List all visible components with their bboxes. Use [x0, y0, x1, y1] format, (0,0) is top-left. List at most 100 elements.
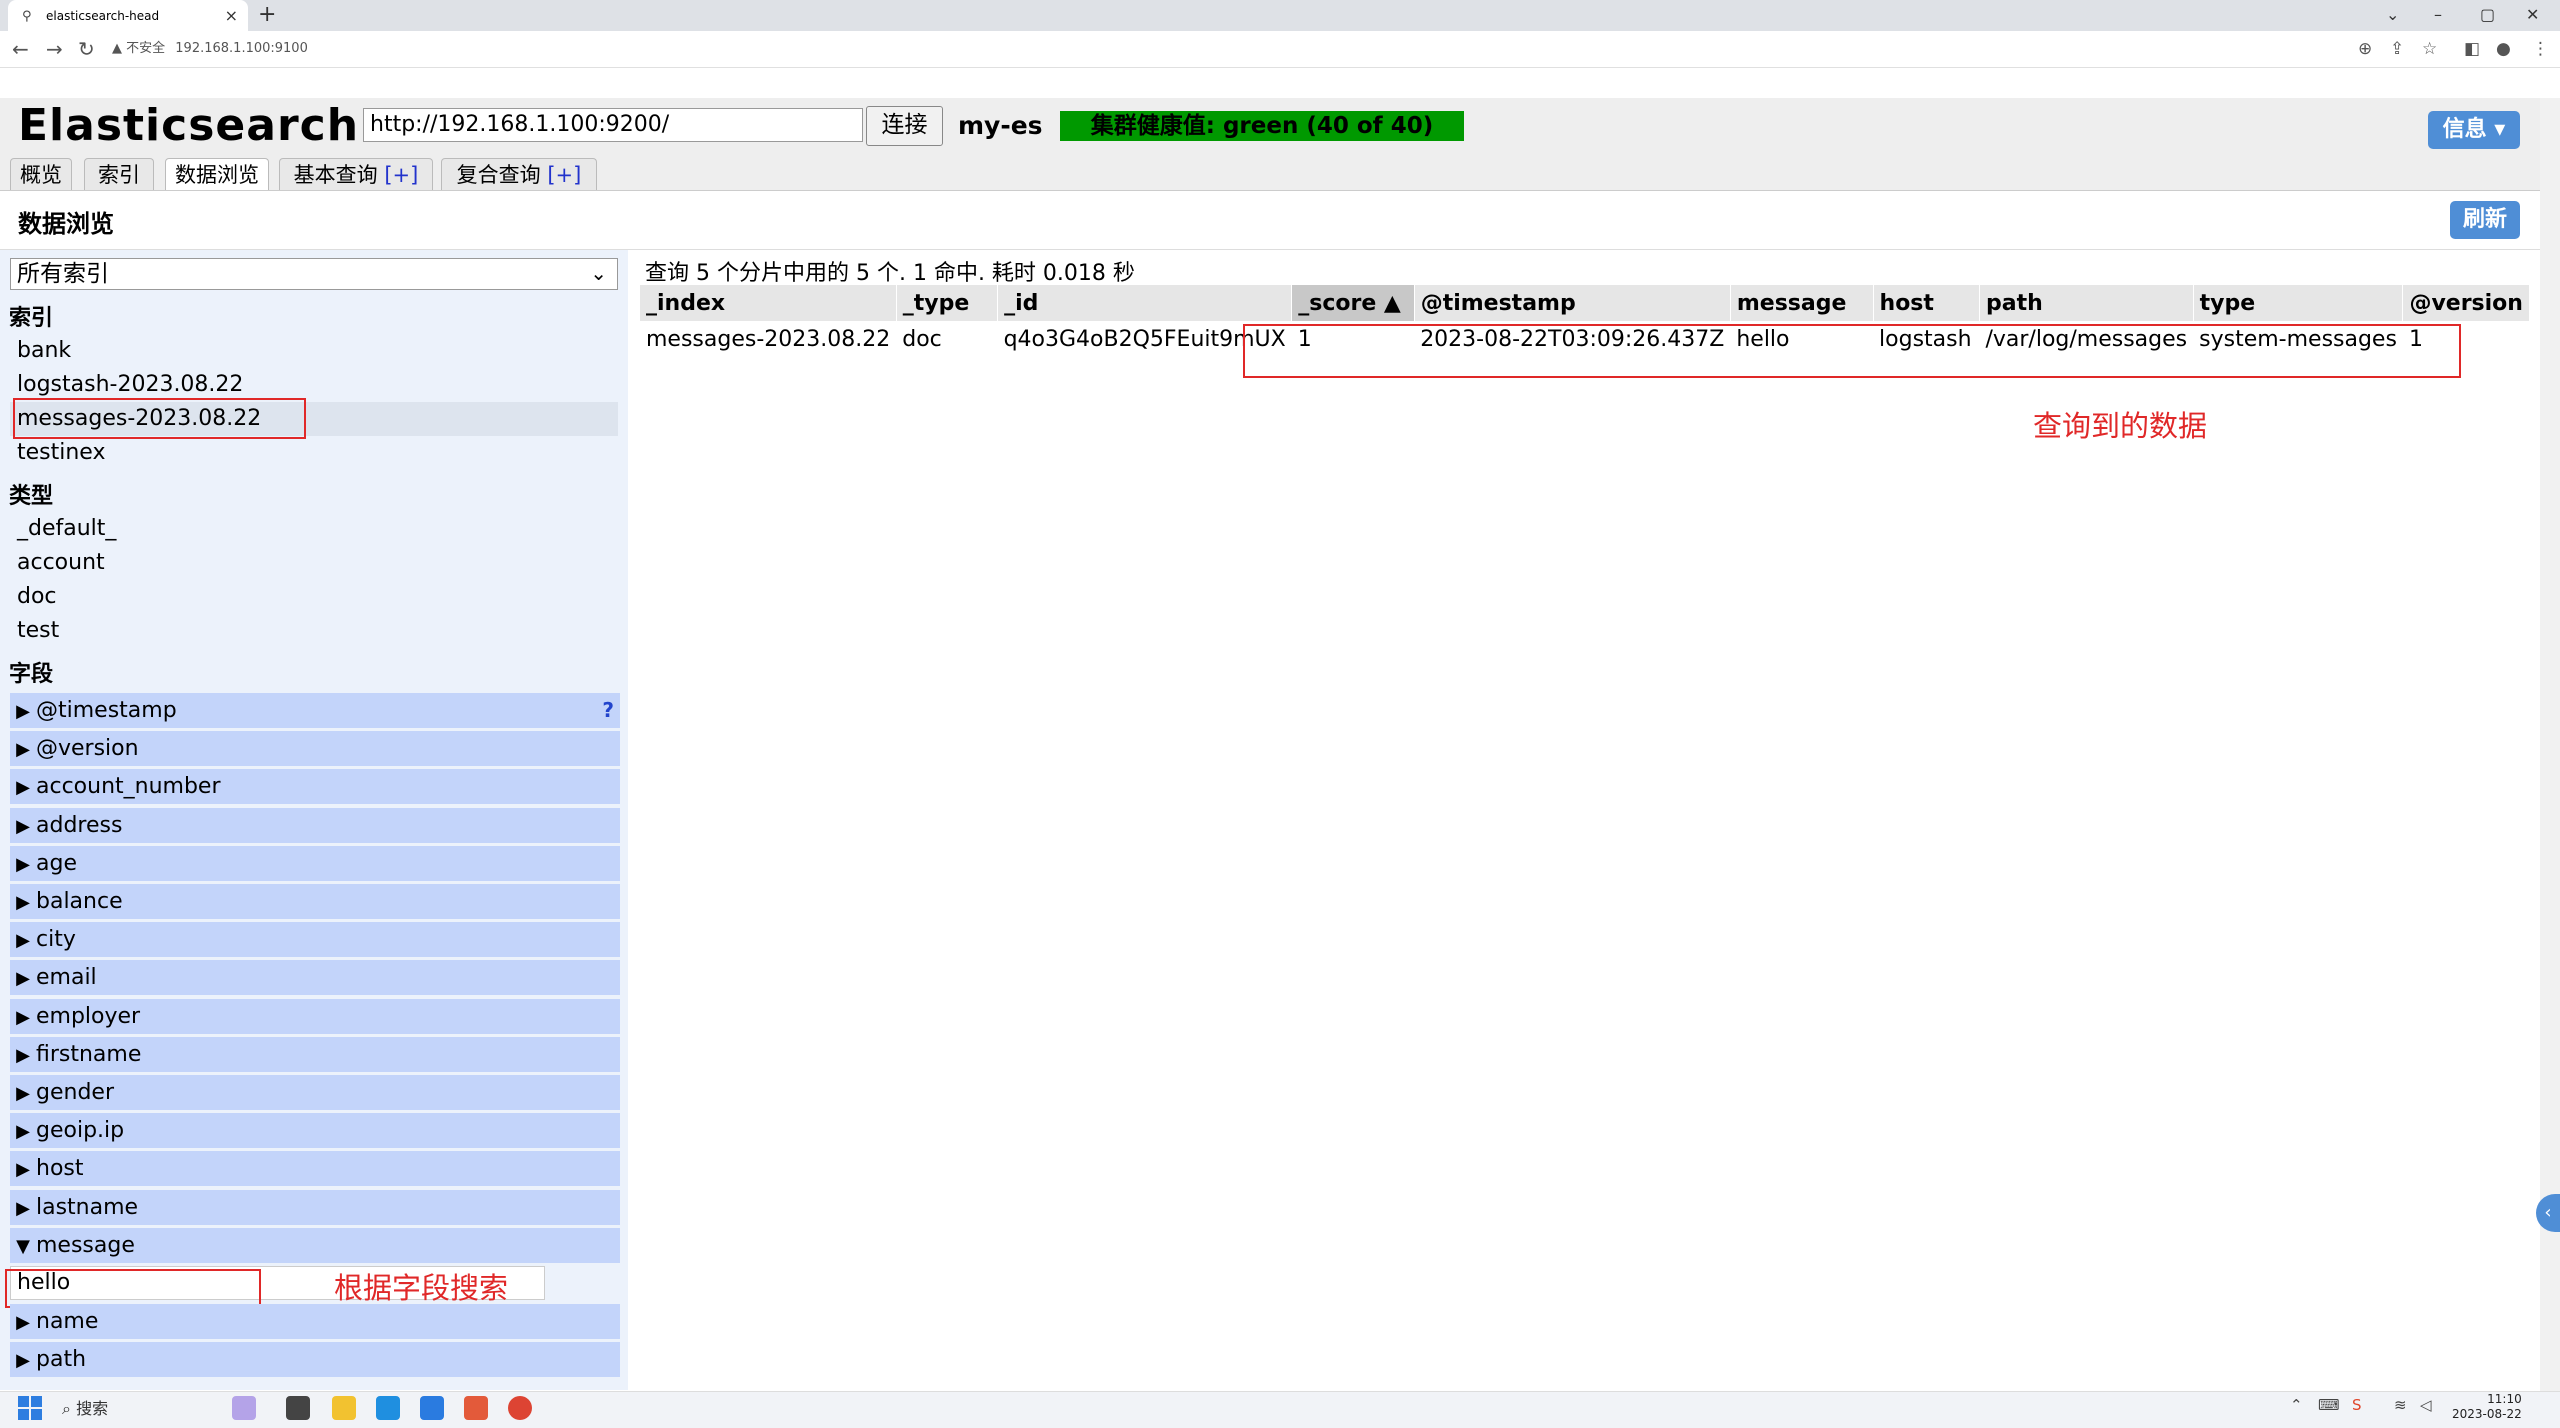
field-row[interactable]: ▶ age [10, 846, 620, 881]
column-header[interactable]: @timestamp [1414, 285, 1731, 321]
zoom-icon[interactable]: ⊕ [2358, 31, 2372, 67]
field-row[interactable]: ▶ address [10, 808, 620, 843]
profile-icon[interactable]: ● [2496, 31, 2511, 67]
es-url-input[interactable]: http://192.168.1.100:9200/ [363, 108, 863, 142]
chrome-browser-icon[interactable] [508, 1396, 532, 1420]
close-tab-icon[interactable]: × [225, 6, 238, 25]
field-row[interactable]: ▶ employer [10, 999, 620, 1034]
share-icon[interactable]: ⇪ [2390, 31, 2404, 67]
tray-app-icon[interactable]: S [2352, 1396, 2362, 1414]
field-name: email [36, 965, 97, 990]
field-row[interactable]: ▶ account_number [10, 769, 620, 804]
column-header[interactable]: message [1730, 285, 1874, 321]
browser-tab-title: elasticsearch-head [46, 8, 160, 23]
tray-chevron-icon[interactable]: ⌃ [2290, 1396, 2303, 1414]
field-row[interactable]: ▶ @timestamp? [10, 693, 620, 728]
column-header[interactable]: _id [997, 285, 1293, 321]
taskbar-clock[interactable]: 11:10 2023-08-22 [2452, 1392, 2522, 1422]
field-row[interactable]: ▶ host [10, 1151, 620, 1186]
maximize-icon[interactable]: ▢ [2480, 0, 2495, 31]
field-row[interactable]: ▶ email [10, 960, 620, 995]
help-icon[interactable]: ? [602, 693, 614, 728]
file-explorer-icon[interactable] [332, 1396, 356, 1420]
minimize-icon[interactable]: – [2434, 0, 2442, 31]
type-item[interactable]: test [17, 614, 59, 648]
field-name: message [36, 1233, 135, 1258]
column-header[interactable]: type [2193, 285, 2404, 321]
tab-basic-query[interactable]: 基本查询 [+] [279, 158, 433, 191]
messenger-app-icon[interactable] [376, 1396, 400, 1420]
expand-triangle-icon: ▶ [16, 816, 30, 837]
refresh-button[interactable]: 刷新 [2450, 201, 2520, 239]
sync-app-icon[interactable] [464, 1396, 488, 1420]
column-header[interactable]: @version [2402, 285, 2530, 321]
field-row-expanded[interactable]: ▼ message [10, 1228, 620, 1263]
field-row[interactable]: ▶ lastname [10, 1190, 620, 1225]
reload-icon[interactable]: ↻ [78, 31, 95, 67]
type-item[interactable]: doc [17, 580, 57, 614]
window-close-icon[interactable]: ✕ [2526, 0, 2539, 31]
field-row[interactable]: ▶ city [10, 922, 620, 957]
widget-app-icon[interactable] [232, 1396, 256, 1420]
index-select[interactable]: 所有索引 ⌄ [10, 258, 618, 290]
filter-highlight-box [5, 1269, 261, 1308]
indices-heading: 索引 [9, 306, 54, 331]
type-item[interactable]: _default_ [17, 512, 116, 546]
field-name: city [36, 927, 76, 952]
clock-date: 2023-08-22 [2452, 1407, 2522, 1421]
tab-plus: [+] [547, 163, 582, 187]
field-row[interactable]: ▶ name [10, 1304, 620, 1339]
address-bar[interactable]: ▲ 不安全 192.168.1.100:9100 [112, 36, 308, 62]
browser-toolbar [0, 31, 2560, 68]
index-item[interactable]: logstash-2023.08.22 [17, 368, 243, 402]
tab-compound-query[interactable]: 复合查询 [+] [441, 158, 597, 191]
expand-triangle-icon: ▶ [16, 930, 30, 951]
tab-data-browse[interactable]: 数据浏览 [165, 158, 269, 192]
table-cell: doc [896, 321, 998, 357]
connect-button[interactable]: 连接 [866, 106, 943, 146]
index-item[interactable]: testinex [17, 436, 105, 470]
remote-app-icon[interactable] [420, 1396, 444, 1420]
column-header-sorted[interactable]: _score ▲ [1291, 285, 1415, 321]
tab-indices[interactable]: 索引 [84, 158, 154, 191]
volume-icon[interactable]: ◁ [2420, 1396, 2432, 1414]
field-name: name [36, 1309, 99, 1334]
tab-label: 复合查询 [456, 163, 541, 187]
column-header[interactable]: _type [896, 285, 999, 321]
field-row[interactable]: ▶ geoip.ip [10, 1113, 620, 1148]
field-row[interactable]: ▶ @version [10, 731, 620, 766]
field-row[interactable]: ▶ balance [10, 884, 620, 919]
new-tab-icon[interactable]: + [258, 0, 276, 31]
tab-overview[interactable]: 概览 [10, 158, 72, 191]
taskbar-search[interactable]: ⌕ 搜索 [62, 1394, 108, 1424]
query-data-annotation: 查询到的数据 [2033, 409, 2208, 443]
column-header[interactable]: path [1979, 285, 2194, 321]
field-name: account_number [36, 774, 221, 799]
expand-triangle-icon: ▶ [16, 777, 30, 798]
menu-icon[interactable]: ⋮ [2532, 31, 2549, 67]
windows-start-icon[interactable] [18, 1396, 42, 1420]
expand-triangle-icon: ▶ [16, 1045, 30, 1066]
expand-triangle-icon: ▶ [16, 1121, 30, 1142]
column-header[interactable]: _index [640, 285, 897, 321]
column-header[interactable]: host [1873, 285, 1980, 321]
bookmark-star-icon[interactable]: ☆ [2422, 31, 2437, 67]
field-row[interactable]: ▶ gender [10, 1075, 620, 1110]
forward-icon[interactable]: → [46, 31, 63, 67]
tab-label: 基本查询 [293, 163, 378, 187]
terminal-app-icon[interactable] [286, 1396, 310, 1420]
info-button[interactable]: 信息 ▾ [2428, 111, 2520, 149]
wifi-icon[interactable]: ≋ [2394, 1396, 2407, 1414]
query-summary: 查询 5 个分片中用的 5 个. 1 命中. 耗时 0.018 秒 [645, 261, 1135, 286]
sub-header [0, 190, 2540, 250]
tab-plus: [+] [384, 163, 419, 187]
tab-search-icon[interactable]: ⌄ [2386, 0, 2399, 31]
type-item[interactable]: account [17, 546, 105, 580]
field-row[interactable]: ▶ path [10, 1342, 620, 1377]
browser-tab[interactable]: ⚲ elasticsearch-head × [8, 0, 248, 31]
sidepanel-icon[interactable]: ◧ [2464, 31, 2480, 67]
field-row[interactable]: ▶ firstname [10, 1037, 620, 1072]
index-item[interactable]: bank [17, 334, 71, 368]
tray-keyboard-icon[interactable]: ⌨ [2318, 1396, 2340, 1414]
back-icon[interactable]: ← [12, 31, 29, 67]
